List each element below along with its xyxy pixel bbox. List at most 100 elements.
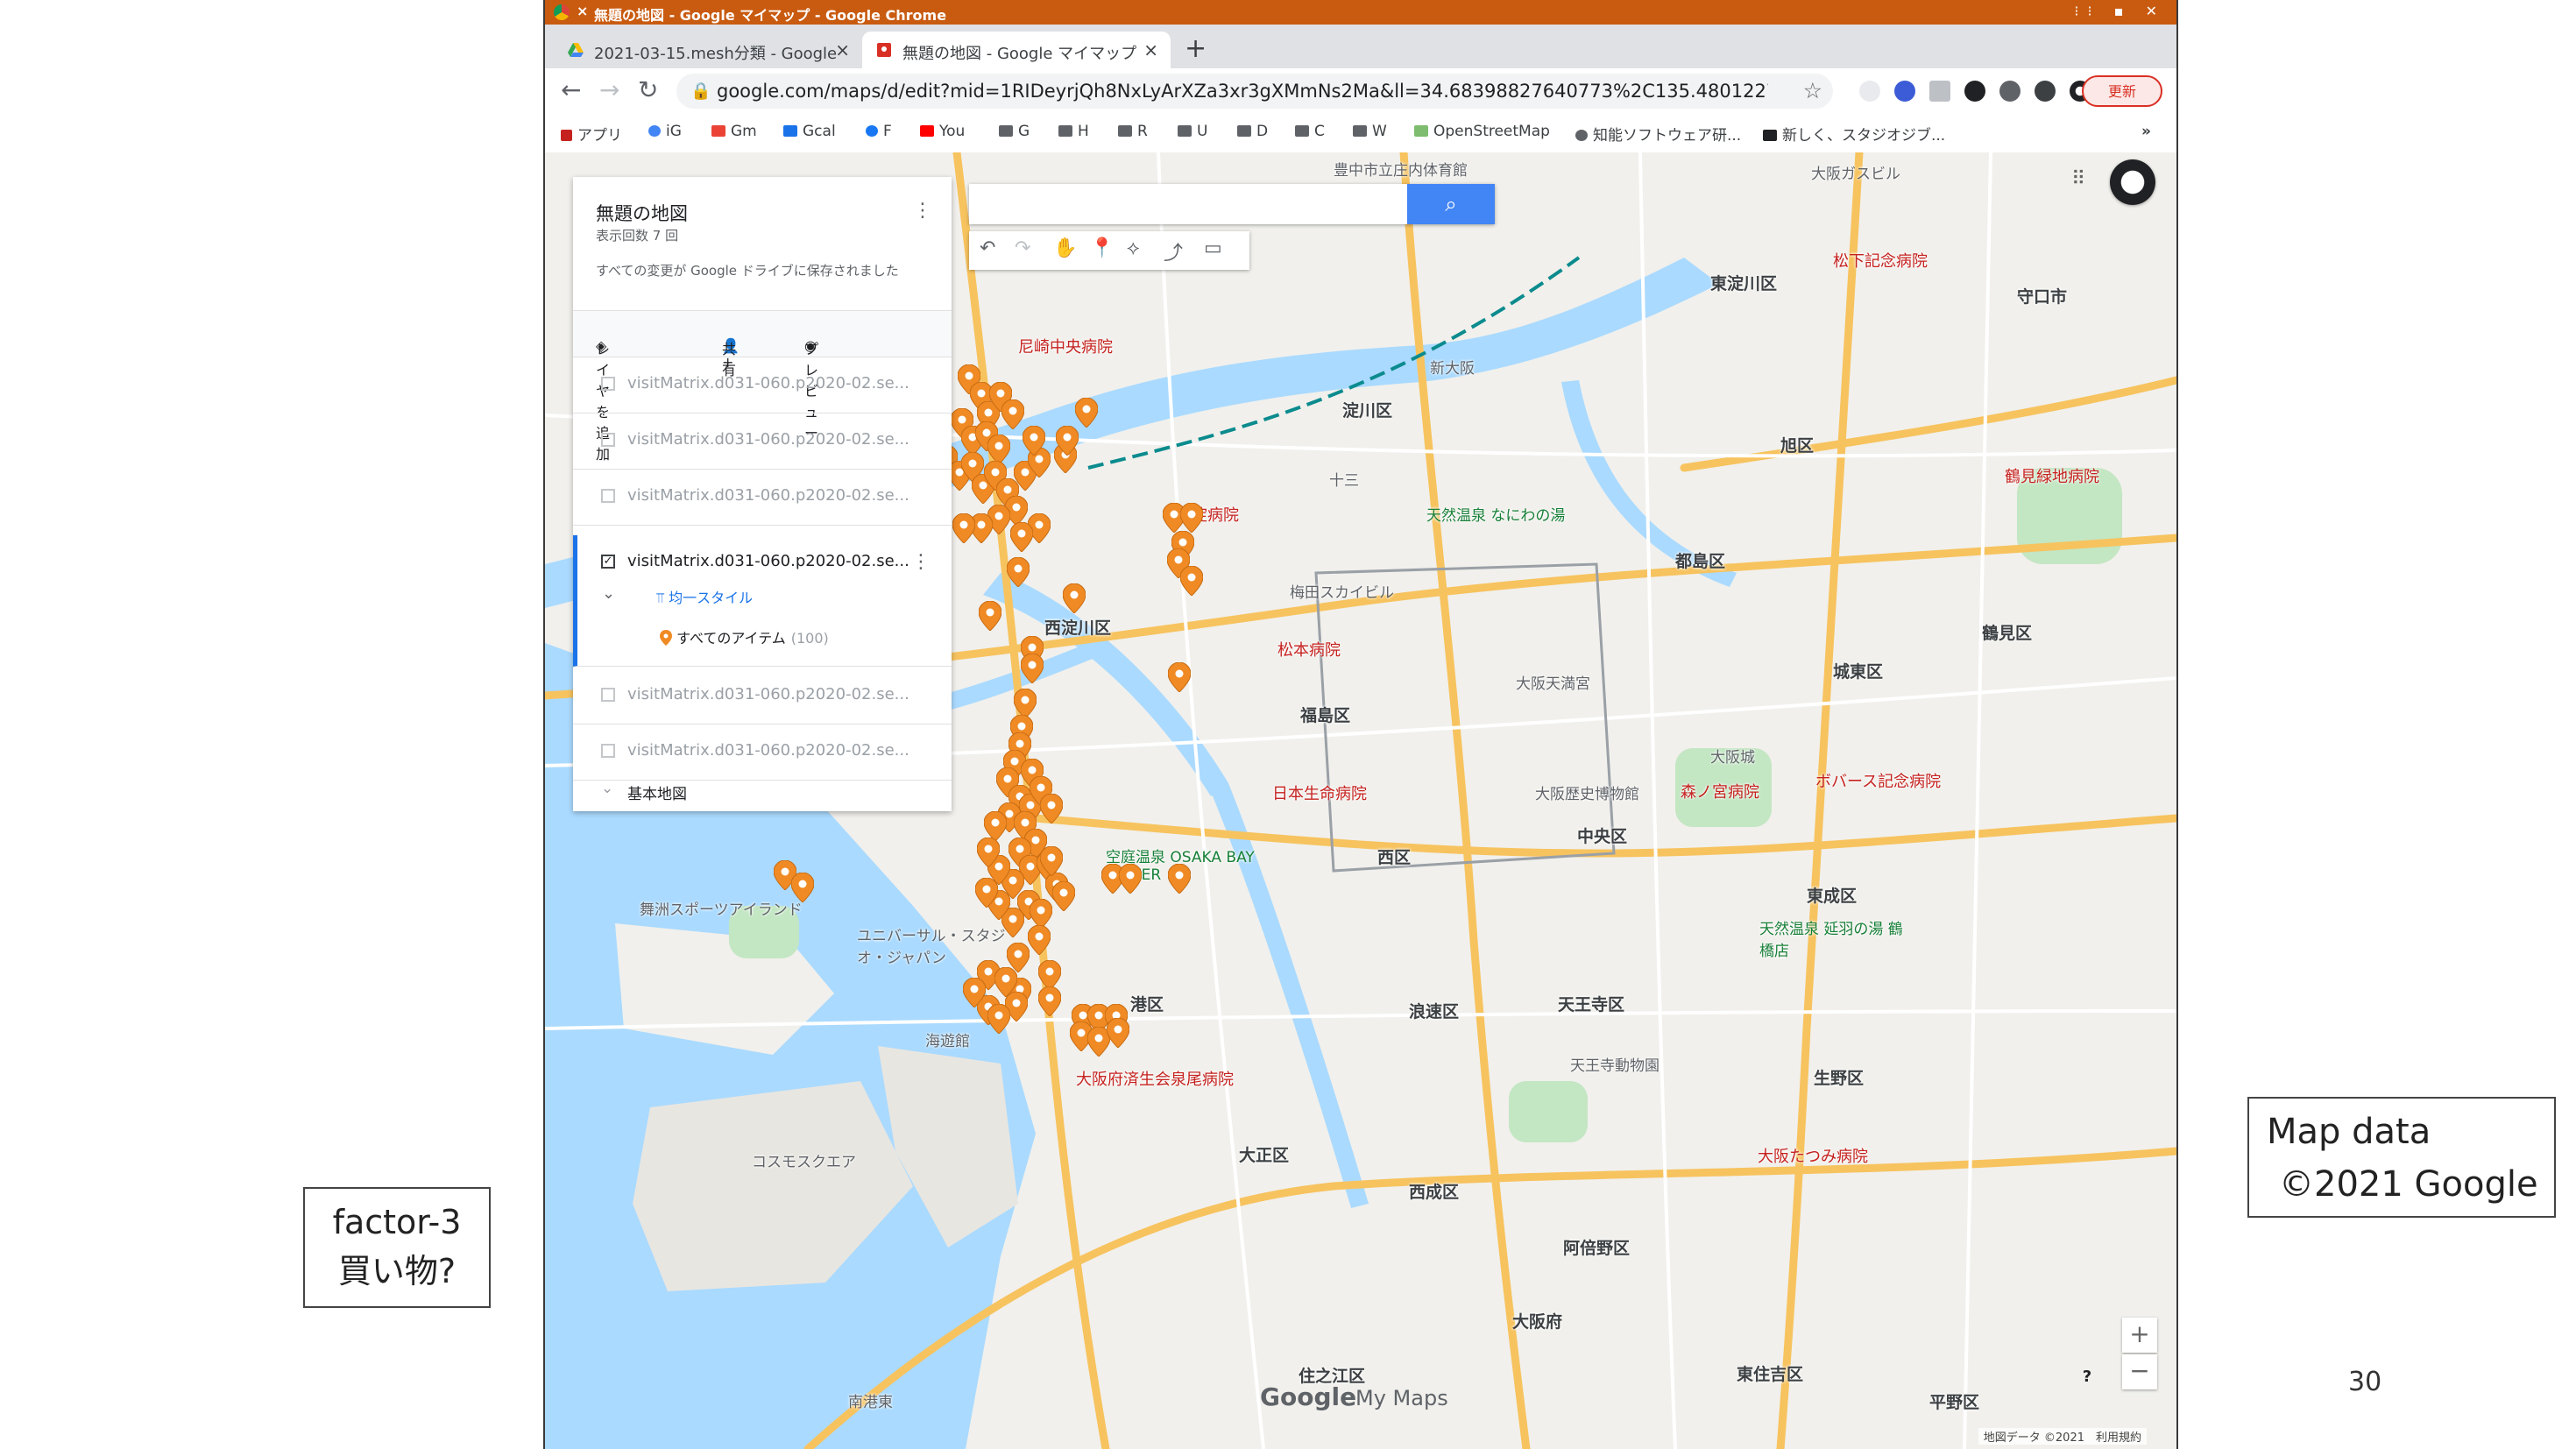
tab-close-icon[interactable]: × bbox=[1143, 39, 1158, 60]
map-pin[interactable] bbox=[1180, 503, 1203, 533]
map-pin[interactable] bbox=[987, 435, 1010, 464]
map-pin[interactable] bbox=[1168, 864, 1191, 894]
map-pin[interactable] bbox=[1052, 881, 1075, 911]
map-pin[interactable] bbox=[1001, 399, 1024, 429]
zoom-in-button[interactable]: + bbox=[2122, 1318, 2157, 1353]
map-pin[interactable] bbox=[1030, 899, 1052, 929]
help-button[interactable]: ? bbox=[2075, 1365, 2099, 1389]
marker-icon[interactable]: 📍 bbox=[1090, 237, 1114, 259]
map-pin[interactable] bbox=[963, 978, 986, 1007]
draw-line-icon[interactable]: ⟡ bbox=[1127, 237, 1140, 259]
star-extension-icon[interactable] bbox=[1894, 81, 1915, 102]
bookmark-folder-r[interactable]: R bbox=[1118, 123, 1148, 140]
redo-icon[interactable]: ↷ bbox=[1015, 237, 1030, 259]
map-pin[interactable] bbox=[1038, 986, 1061, 1016]
chevron-down-icon[interactable]: ⌄ bbox=[601, 780, 613, 797]
bookmark-folder-g[interactable]: G bbox=[999, 123, 1030, 140]
map-pin[interactable] bbox=[791, 873, 814, 902]
map-pin[interactable] bbox=[1023, 426, 1045, 456]
bookmark-lab[interactable]: 知能ソフトウェア研... bbox=[1575, 123, 1741, 145]
bookmark-openstreetmap[interactable]: OpenStreetMap bbox=[1414, 123, 1550, 140]
all-items-link[interactable]: すべてのアイテム (100) bbox=[660, 626, 829, 647]
map-pin[interactable] bbox=[979, 601, 1001, 631]
active-layer-row[interactable]: ✓ visitMatrix.d031-060.p2020-02.se... ⋮ … bbox=[573, 535, 952, 667]
bookmark-folder-d[interactable]: D bbox=[1237, 123, 1268, 140]
window-controls[interactable]: ⁝⁝ ▪ ✕ bbox=[2074, 3, 2166, 19]
map-pin[interactable] bbox=[1028, 925, 1051, 955]
map-pin[interactable] bbox=[1040, 794, 1063, 823]
map-pin[interactable] bbox=[1107, 1018, 1129, 1048]
map-pin[interactable] bbox=[1038, 960, 1061, 990]
directions-icon[interactable]: ⤴ bbox=[1164, 237, 1183, 265]
map-pin[interactable] bbox=[1010, 522, 1033, 552]
search-button[interactable]: ⌕ bbox=[1407, 184, 1495, 224]
map-pin[interactable] bbox=[1007, 557, 1030, 587]
extension-icon[interactable] bbox=[1999, 81, 2020, 102]
map-footer[interactable]: 地図データ ©2021 利用規約 bbox=[1978, 1428, 2147, 1445]
avatar[interactable] bbox=[2110, 159, 2155, 205]
extension-icon[interactable] bbox=[1859, 81, 1880, 102]
bookmark-folder-u[interactable]: U bbox=[1178, 123, 1207, 140]
map-pin[interactable] bbox=[1014, 689, 1037, 718]
bookmark-gcal[interactable]: Gcal bbox=[783, 123, 836, 140]
map-pin[interactable] bbox=[1063, 583, 1086, 613]
hand-icon[interactable]: ✋ bbox=[1053, 237, 1077, 259]
layer-checkbox[interactable] bbox=[601, 377, 615, 391]
layer-row[interactable]: visitMatrix.d031-060.p2020-02.se... bbox=[573, 413, 952, 470]
extension-icon[interactable] bbox=[1964, 81, 1985, 102]
bookmark-star-icon[interactable]: ☆ bbox=[1803, 78, 1822, 103]
forward-arrow-icon[interactable]: → bbox=[599, 75, 619, 104]
map-pin[interactable] bbox=[1021, 654, 1044, 683]
map-pin[interactable] bbox=[952, 513, 975, 543]
apps-grid-icon[interactable]: ⠿ bbox=[2066, 168, 2091, 193]
zoom-out-button[interactable]: − bbox=[2122, 1354, 2157, 1389]
new-tab-button[interactable]: + bbox=[1185, 33, 1207, 64]
bookmark-ghibli[interactable]: 新しく、スタジオジブ... bbox=[1763, 123, 1945, 145]
layer-checkbox[interactable] bbox=[601, 433, 615, 447]
map-search-input[interactable]: ⌕ bbox=[969, 184, 1495, 224]
reload-icon[interactable]: ↻ bbox=[638, 75, 658, 104]
close-window-icon[interactable]: × bbox=[577, 3, 588, 19]
map-pin[interactable] bbox=[984, 811, 1007, 841]
layer-row[interactable]: visitMatrix.d031-060.p2020-02.se... bbox=[573, 724, 952, 781]
map-pin[interactable] bbox=[1119, 864, 1142, 894]
map-menu-icon[interactable]: ⋮ bbox=[913, 200, 932, 222]
address-bar[interactable]: 🔒 google.com/maps/d/edit?mid=1RIDeyrjQh8… bbox=[676, 74, 1833, 109]
layer-checkbox-checked[interactable]: ✓ bbox=[601, 555, 615, 569]
layer-menu-icon[interactable]: ⋮ bbox=[911, 551, 931, 573]
map-pin[interactable] bbox=[1168, 662, 1191, 692]
bookmark-you[interactable]: You bbox=[920, 123, 965, 140]
map-pin[interactable] bbox=[1075, 398, 1098, 428]
bookmark-apps[interactable]: アプリ bbox=[561, 123, 622, 145]
layer-checkbox[interactable] bbox=[601, 688, 615, 702]
map-pin[interactable] bbox=[977, 838, 1000, 867]
bookmark-f[interactable]: F bbox=[866, 123, 892, 140]
puzzle-icon[interactable] bbox=[2035, 81, 2056, 102]
map-pin[interactable] bbox=[1056, 426, 1079, 456]
layer-row[interactable]: visitMatrix.d031-060.p2020-02.se... bbox=[573, 357, 952, 413]
map-pin[interactable] bbox=[987, 1004, 1010, 1034]
ruler-icon[interactable]: ▭ bbox=[1204, 237, 1222, 259]
tab-mesh[interactable]: 2021-03-15.mesh分類 - Google × bbox=[554, 32, 862, 68]
tab-mymaps[interactable]: 無題の地図 - Google マイマップ × bbox=[862, 32, 1171, 68]
layer-checkbox[interactable] bbox=[601, 744, 615, 758]
bookmark-folder-h[interactable]: H bbox=[1058, 123, 1089, 140]
bookmark-folder-w[interactable]: W bbox=[1353, 123, 1387, 140]
extension-icon[interactable] bbox=[1929, 81, 1950, 102]
update-button[interactable]: 更新 bbox=[2082, 75, 2162, 107]
style-link[interactable]: ⫪ 均一スタイル bbox=[656, 586, 753, 607]
bookmark-gm[interactable]: Gm bbox=[711, 123, 757, 140]
bookmark-folder-c[interactable]: C bbox=[1295, 123, 1325, 140]
map-pin[interactable] bbox=[1040, 846, 1063, 876]
layer-row[interactable]: visitMatrix.d031-060.p2020-02.se... bbox=[573, 668, 952, 724]
map-pin[interactable] bbox=[1180, 566, 1203, 596]
map-title[interactable]: 無題の地図 bbox=[596, 200, 688, 226]
tab-close-icon[interactable]: × bbox=[835, 39, 850, 60]
back-arrow-icon[interactable]: ← bbox=[561, 75, 581, 104]
bookmark-ig[interactable]: iG bbox=[648, 123, 682, 140]
chevron-down-icon[interactable]: ⌄ bbox=[602, 584, 615, 603]
more-bookmarks-icon[interactable]: » bbox=[2141, 123, 2151, 140]
map-canvas[interactable]: 豊中市立庄内体育館 大阪ガスビル 守口市 松下記念病院 東淀川区 尼崎中央病院 … bbox=[545, 152, 2176, 1449]
layer-row[interactable]: visitMatrix.d031-060.p2020-02.se... bbox=[573, 469, 952, 526]
layer-checkbox[interactable] bbox=[601, 489, 615, 503]
